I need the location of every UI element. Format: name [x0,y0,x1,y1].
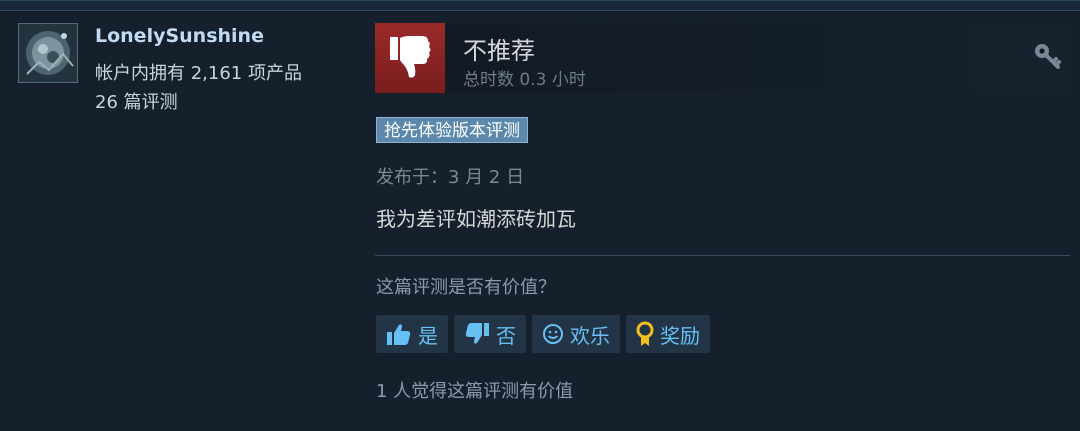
divider [375,255,1070,256]
helpful-count: 1 人觉得这篇评测有价值 [376,381,574,402]
vote-yes-label: 是 [418,323,438,348]
thumbs-down-icon [390,36,431,78]
thumbs-up-icon [386,322,412,346]
vote-no-button[interactable]: 否 [454,315,526,353]
username[interactable]: LonelySunshine [95,25,264,47]
review-card: LonelySunshine 帐户内拥有 2,161 项产品 26 篇评测 不推… [0,0,1080,431]
award-button[interactable]: 奖励 [626,315,710,353]
vote-funny-label: 欢乐 [570,323,610,348]
thumbs-down-icon [464,322,490,346]
posted-date: 发布于：3 月 2 日 [376,167,525,188]
vote-funny-button[interactable]: 欢乐 [532,315,620,353]
vote-no-label: 否 [496,323,516,348]
vote-header: 不推荐 总时数 0.3 小时 [375,23,1070,93]
avatar[interactable] [18,23,78,83]
vote-yes-button[interactable]: 是 [376,315,448,353]
review-content: 我为差评如潮添砖加瓦 [376,207,576,231]
helpful-question: 这篇评测是否有价值？ [376,277,556,298]
top-border [0,1,1080,11]
key-icon[interactable] [1032,41,1062,71]
smiley-icon [542,323,564,345]
hours-played: 总时数 0.3 小时 [463,70,586,90]
vote-buttons: 是 否 欢乐 奖励 [376,315,710,353]
owned-products[interactable]: 帐户内拥有 2,161 项产品 [95,59,302,85]
review-count[interactable]: 26 篇评测 [95,88,178,114]
award-label: 奖励 [660,323,700,348]
award-medal-icon [636,321,654,347]
verdict-title: 不推荐 [463,37,535,65]
thumbs-down-badge [375,23,445,93]
early-access-badge: 抢先体验版本评测 [376,117,528,143]
